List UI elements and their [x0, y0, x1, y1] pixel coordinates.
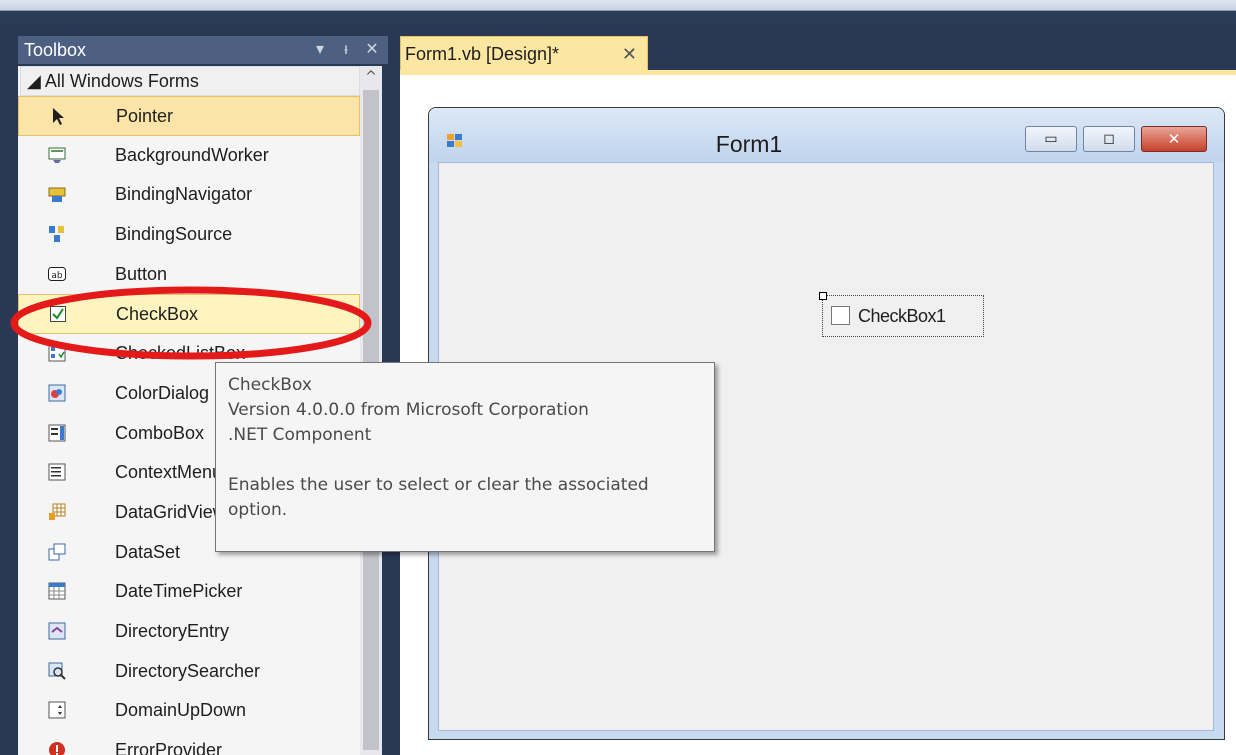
minimize-button[interactable]: ▭	[1025, 126, 1077, 152]
pin-icon[interactable]: ᵼ	[336, 36, 356, 64]
error-provider-icon	[49, 742, 65, 755]
selection-handle[interactable]	[819, 292, 827, 300]
toolbar-edge	[0, 0, 1236, 11]
tool-item-label: ColorDialog	[115, 382, 210, 403]
tool-item-button[interactable]: ab Button	[18, 255, 360, 295]
tab-label: Form1.vb [Design]*	[405, 44, 560, 64]
tool-item-label: ErrorProvider	[115, 740, 223, 755]
checkbox-square[interactable]	[831, 306, 850, 325]
checkbox-icon	[50, 306, 66, 323]
color-dialog-icon	[48, 384, 66, 402]
tooltip-version: Version 4.0.0.0 from Microsoft Corporati…	[228, 400, 589, 420]
tooltip-description-2: option.	[228, 500, 288, 520]
tool-item-label: ComboBox	[115, 422, 205, 443]
tab-form1-design[interactable]: Form1.vb [Design]* ✕	[400, 36, 648, 70]
dataset-icon	[48, 543, 66, 561]
form-close-button[interactable]: ✕	[1141, 126, 1207, 152]
toolbox-header: Toolbox ▾ ᵼ ✕	[18, 36, 388, 64]
directory-entry-icon	[48, 622, 66, 640]
tool-item-bindingsource[interactable]: BindingSource	[18, 215, 360, 255]
combobox-icon	[48, 424, 66, 441]
tool-item-directorysearcher[interactable]: DirectorySearcher	[18, 652, 360, 692]
tooltip-spacer	[228, 448, 702, 473]
tool-item-backgroundworker[interactable]: BackgroundWorker	[18, 136, 360, 176]
date-time-picker-icon	[48, 582, 66, 600]
tab-close-icon[interactable]: ✕	[622, 37, 637, 71]
maximize-icon: ◻	[1103, 131, 1115, 147]
tooltip-checkbox: CheckBox Version 4.0.0.0 from Microsoft …	[215, 362, 715, 552]
tool-item-directoryentry[interactable]: DirectoryEntry	[18, 612, 360, 652]
minimize-icon: ▭	[1044, 131, 1058, 147]
tool-item-label: BindingSource	[115, 224, 233, 245]
tool-item-label: BindingNavigator	[115, 184, 253, 205]
scroll-up-icon[interactable]: ^	[360, 66, 382, 88]
binding-source-icon	[49, 226, 64, 243]
tool-item-pointer[interactable]: Pointer	[18, 96, 360, 136]
data-grid-icon	[49, 503, 66, 520]
tool-item-errorprovider[interactable]: ErrorProvider	[18, 731, 360, 755]
checkbox1-label: CheckBox1	[858, 306, 946, 326]
maximize-button[interactable]: ◻	[1083, 126, 1135, 152]
tooltip-description-1: Enables the user to select or clear the …	[228, 475, 649, 495]
tool-item-label: BackgroundWorker	[115, 144, 269, 165]
domain-updown-icon	[48, 701, 66, 719]
tool-item-label: CheckBox	[116, 304, 199, 325]
close-icon[interactable]: ✕	[362, 36, 382, 64]
tool-item-bindingnavigator[interactable]: BindingNavigator	[18, 175, 360, 215]
checked-listbox-icon	[48, 344, 66, 362]
binding-navigator-icon	[48, 187, 66, 203]
checkbox1-control[interactable]: CheckBox1	[819, 292, 984, 337]
tool-item-domainupdown[interactable]: DomainUpDown	[18, 691, 360, 731]
background-worker-icon	[48, 147, 66, 163]
tool-item-label: DataGridView	[115, 501, 226, 522]
tool-item-label: Pointer	[116, 106, 174, 126]
top-toolbar-strip	[0, 0, 1236, 24]
context-menu-icon	[48, 463, 66, 481]
tool-item-label: Button	[115, 263, 168, 284]
tool-item-label: DateTimePicker	[115, 581, 243, 602]
tool-item-label: DomainUpDown	[115, 700, 247, 721]
directory-searcher-icon	[48, 662, 66, 680]
tool-item-datetimepicker[interactable]: DateTimePicker	[18, 572, 360, 612]
svg-text:ab: ab	[51, 271, 63, 281]
form-titlebar[interactable]: Form1 ▭ ◻ ✕	[429, 108, 1224, 162]
tool-item-label: DataSet	[115, 541, 181, 562]
tool-item-checkbox[interactable]: CheckBox	[18, 294, 360, 335]
tool-item-label: DirectoryEntry	[115, 620, 230, 641]
toolbox-title: Toolbox	[24, 40, 87, 60]
tooltip-title: CheckBox	[228, 375, 312, 395]
button-ab-icon: ab	[48, 266, 66, 281]
tool-item-label: DirectorySearcher	[115, 660, 261, 681]
tooltip-kind: .NET Component	[228, 425, 372, 445]
category-header-all-windows-forms[interactable]: ◢ All Windows Forms	[20, 66, 360, 96]
dropdown-arrow-icon[interactable]: ▾	[310, 36, 330, 64]
close-x-icon: ✕	[1167, 130, 1181, 148]
pointer-arrow-icon	[53, 108, 64, 125]
